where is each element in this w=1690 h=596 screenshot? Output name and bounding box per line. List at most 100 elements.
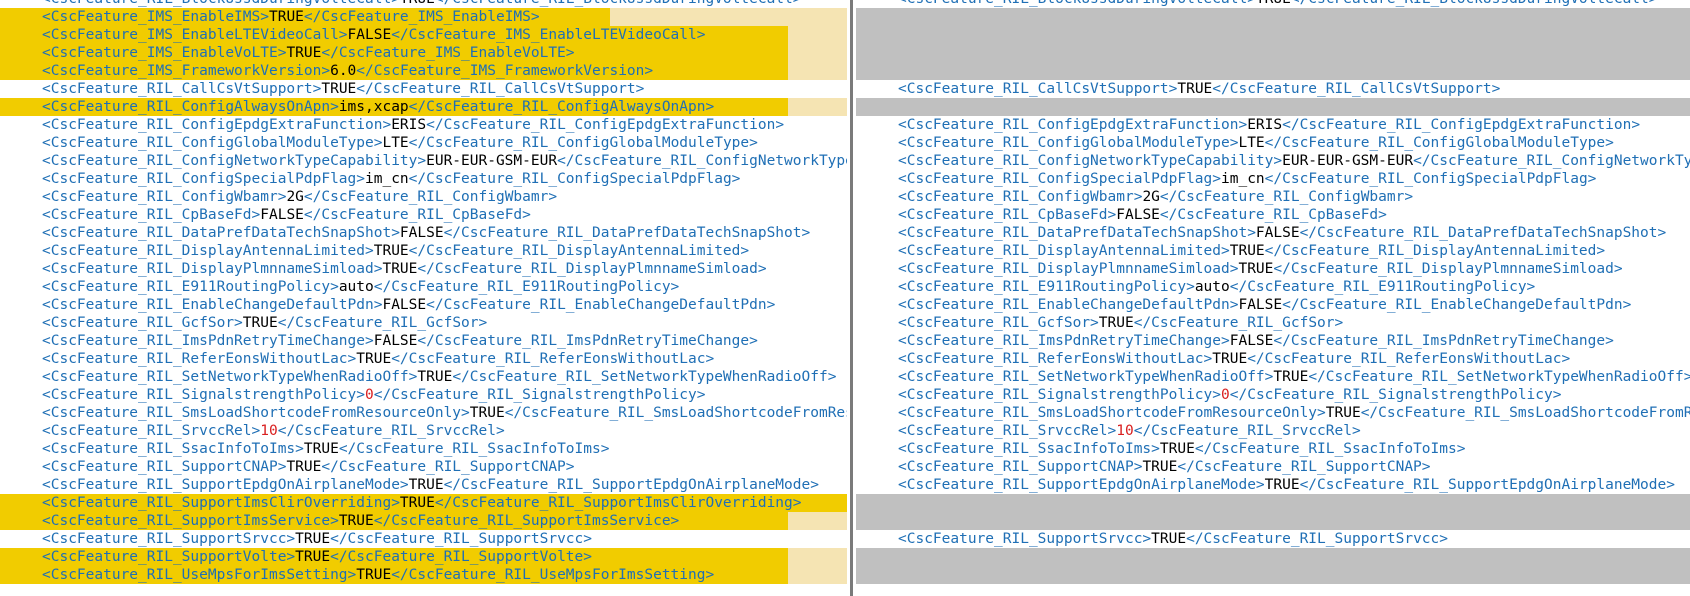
- diff-row[interactable]: <CscFeature_RIL_DisplayAntennaLimited>TR…: [856, 242, 1690, 260]
- diff-changed-row[interactable]: <CscFeature_RIL_SupportImsService>TRUE</…: [0, 512, 847, 530]
- xml-close-tag: </CscFeature_RIL_DisplayAntennaLimited>: [408, 243, 750, 259]
- diff-row[interactable]: <CscFeature_RIL_ImsPdnRetryTimeChange>FA…: [856, 332, 1690, 350]
- xml-line: <CscFeature_RIL_ConfigGlobalModuleType>L…: [856, 135, 1614, 151]
- diff-row[interactable]: <CscFeature_RIL_ReferEonsWithoutLac>TRUE…: [0, 350, 847, 368]
- diff-changed-row[interactable]: <CscFeature_IMS_EnableVoLTE>TRUE</CscFea…: [0, 44, 847, 62]
- diff-row[interactable]: <CscFeature_RIL_SupportEpdgOnAirplaneMod…: [856, 476, 1690, 494]
- xml-line: <CscFeature_RIL_UseMpsForImsSetting>TRUE…: [0, 567, 714, 583]
- diff-row[interactable]: <CscFeature_RIL_SetNetworkTypeWhenRadioO…: [0, 368, 847, 386]
- diff-row[interactable]: <CscFeature_RIL_ConfigNetworkTypeCapabil…: [0, 152, 847, 170]
- diff-changed-row[interactable]: <CscFeature_IMS_EnableIMS>TRUE</CscFeatu…: [0, 8, 847, 26]
- diff-row[interactable]: <CscFeature_RIL_SsacInfoToIms>TRUE</CscF…: [856, 440, 1690, 458]
- diff-row[interactable]: <CscFeature_RIL_SmsLoadShortcodeFromReso…: [856, 404, 1690, 422]
- xml-line: <CscFeature_RIL_SupportVolte>TRUE</CscFe…: [0, 549, 592, 565]
- xml-line: <CscFeature_RIL_E911RoutingPolicy>auto</…: [0, 279, 679, 295]
- xml-open-tag: <CscFeature_RIL_ReferEonsWithoutLac>: [42, 351, 357, 367]
- xml-close-tag: </CscFeature_RIL_ConfigGlobalModuleType>: [408, 135, 758, 151]
- diff-row[interactable]: <CscFeature_RIL_BlockUssdDuringVolteCall…: [856, 0, 1690, 8]
- diff-row[interactable]: <CscFeature_RIL_DisplayPlmnnameSimload>T…: [856, 260, 1690, 278]
- xml-close-tag: </CscFeature_RIL_ConfigNetworkTypeCapabi…: [1413, 153, 1690, 169]
- left-diff-pane[interactable]: <CscFeature_RIL_BlockUssdDuringVolteCall…: [0, 0, 847, 596]
- diff-changed-row[interactable]: <CscFeature_RIL_SupportVolte>TRUE</CscFe…: [0, 548, 847, 566]
- diff-row[interactable]: <CscFeature_RIL_CpBaseFd>FALSE</CscFeatu…: [0, 206, 847, 224]
- diff-gap-row[interactable]: [856, 8, 1690, 26]
- diff-row[interactable]: <CscFeature_RIL_SupportCNAP>TRUE</CscFea…: [0, 458, 847, 476]
- diff-row[interactable]: <CscFeature_RIL_ImsPdnRetryTimeChange>FA…: [0, 332, 847, 350]
- diff-row[interactable]: <CscFeature_RIL_EnableChangeDefaultPdn>F…: [0, 296, 847, 314]
- diff-gap-row[interactable]: [856, 548, 1690, 566]
- diff-row[interactable]: <CscFeature_RIL_CallCsVtSupport>TRUE</Cs…: [856, 80, 1690, 98]
- diff-row[interactable]: <CscFeature_RIL_E911RoutingPolicy>auto</…: [856, 278, 1690, 296]
- diff-row[interactable]: <CscFeature_RIL_ReferEonsWithoutLac>TRUE…: [856, 350, 1690, 368]
- xml-open-tag: <CscFeature_RIL_ConfigGlobalModuleType>: [898, 135, 1239, 151]
- diff-row[interactable]: <CscFeature_RIL_SsacInfoToIms>TRUE</CscF…: [0, 440, 847, 458]
- xml-open-tag: <CscFeature_RIL_CpBaseFd>: [42, 207, 261, 223]
- diff-gap-row[interactable]: [856, 98, 1690, 116]
- diff-row[interactable]: <CscFeature_RIL_DataPrefDataTechSnapShot…: [856, 224, 1690, 242]
- diff-row[interactable]: <CscFeature_RIL_SignalstrengthPolicy>0</…: [856, 386, 1690, 404]
- xml-close-tag: </CscFeature_RIL_SupportImsClirOverridin…: [434, 495, 802, 511]
- xml-value: TRUE: [242, 315, 278, 331]
- diff-gap-row[interactable]: [856, 26, 1690, 44]
- xml-line: <CscFeature_RIL_ConfigNetworkTypeCapabil…: [0, 153, 847, 169]
- diff-row[interactable]: <CscFeature_RIL_SupportEpdgOnAirplaneMod…: [0, 476, 847, 494]
- diff-row[interactable]: <CscFeature_RIL_ConfigWbamr>2G</CscFeatu…: [856, 188, 1690, 206]
- xml-value: TRUE: [1098, 315, 1134, 331]
- diff-row[interactable]: <CscFeature_RIL_GcfSor>TRUE</CscFeature_…: [0, 314, 847, 332]
- xml-line: <CscFeature_RIL_ReferEonsWithoutLac>TRUE…: [0, 351, 714, 367]
- xml-line: <CscFeature_RIL_CpBaseFd>FALSE</CscFeatu…: [856, 207, 1387, 223]
- diff-gap-row[interactable]: [856, 494, 1690, 512]
- diff-row[interactable]: <CscFeature_RIL_SmsLoadShortcodeFromReso…: [0, 404, 847, 422]
- diff-row[interactable]: <CscFeature_RIL_SrvccRel>10</CscFeature_…: [856, 422, 1690, 440]
- diff-row[interactable]: <CscFeature_RIL_ConfigEpdgExtraFunction>…: [856, 116, 1690, 134]
- diff-row[interactable]: <CscFeature_RIL_CallCsVtSupport>TRUE</Cs…: [0, 80, 847, 98]
- diff-row[interactable]: <CscFeature_RIL_ConfigWbamr>2G</CscFeatu…: [0, 188, 847, 206]
- xml-line: <CscFeature_RIL_BlockUssdDuringVolteCall…: [856, 0, 1658, 7]
- diff-changed-row[interactable]: <CscFeature_IMS_EnableLTEVideoCall>FALSE…: [0, 26, 847, 44]
- diff-changed-row[interactable]: <CscFeature_RIL_SupportImsClirOverriding…: [0, 494, 847, 512]
- xml-close-tag: </CscFeature_RIL_BlockUssdDuringVolteCal…: [435, 0, 802, 7]
- diff-row[interactable]: <CscFeature_RIL_E911RoutingPolicy>auto</…: [0, 278, 847, 296]
- xml-close-tag: </CscFeature_RIL_EnableChangeDefaultPdn>: [426, 297, 776, 313]
- diff-row[interactable]: <CscFeature_RIL_EnableChangeDefaultPdn>F…: [856, 296, 1690, 314]
- diff-row[interactable]: <CscFeature_RIL_SupportSrvcc>TRUE</CscFe…: [856, 530, 1690, 548]
- diff-gap-row[interactable]: [856, 512, 1690, 530]
- xml-close-tag: </CscFeature_RIL_EnableChangeDefaultPdn>: [1282, 297, 1632, 313]
- diff-row[interactable]: <CscFeature_RIL_ConfigSpecialPdpFlag>im_…: [856, 170, 1690, 188]
- diff-changed-row[interactable]: <CscFeature_RIL_ConfigAlwaysOnApn>ims,xc…: [0, 98, 847, 116]
- diff-row[interactable]: <CscFeature_RIL_DisplayAntennaLimited>TR…: [0, 242, 847, 260]
- diff-gap-row[interactable]: [856, 566, 1690, 584]
- diff-row[interactable]: <CscFeature_RIL_ConfigSpecialPdpFlag>im_…: [0, 170, 847, 188]
- xml-line: <CscFeature_RIL_GcfSor>TRUE</CscFeature_…: [0, 315, 487, 331]
- diff-row[interactable]: <CscFeature_RIL_CpBaseFd>FALSE</CscFeatu…: [856, 206, 1690, 224]
- xml-open-tag: <CscFeature_RIL_BlockUssdDuringVolteCall…: [42, 0, 400, 7]
- diff-changed-row[interactable]: <CscFeature_RIL_UseMpsForImsSetting>TRUE…: [0, 566, 847, 584]
- xml-line: <CscFeature_RIL_ConfigSpecialPdpFlag>im_…: [856, 171, 1596, 187]
- diff-row[interactable]: <CscFeature_RIL_SupportCNAP>TRUE</CscFea…: [856, 458, 1690, 476]
- diff-row[interactable]: <CscFeature_RIL_SetNetworkTypeWhenRadioO…: [856, 368, 1690, 386]
- pane-divider[interactable]: [850, 0, 853, 596]
- diff-row[interactable]: <CscFeature_RIL_GcfSor>TRUE</CscFeature_…: [856, 314, 1690, 332]
- xml-line: <CscFeature_RIL_SmsLoadShortcodeFromReso…: [856, 405, 1690, 421]
- diff-row[interactable]: <CscFeature_RIL_DisplayPlmnnameSimload>T…: [0, 260, 847, 278]
- diff-row[interactable]: <CscFeature_RIL_BlockUssdDuringVolteCall…: [0, 0, 847, 8]
- diff-row[interactable]: <CscFeature_RIL_DataPrefDataTechSnapShot…: [0, 224, 847, 242]
- xml-open-tag: <CscFeature_RIL_SrvccRel>: [898, 423, 1117, 439]
- xml-open-tag: <CscFeature_RIL_ReferEonsWithoutLac>: [898, 351, 1213, 367]
- diff-row[interactable]: <CscFeature_RIL_SrvccRel>10</CscFeature_…: [0, 422, 847, 440]
- xml-close-tag: </CscFeature_RIL_ConfigEpdgExtraFunction…: [426, 117, 785, 133]
- xml-open-tag: <CscFeature_RIL_ConfigNetworkTypeCapabil…: [898, 153, 1283, 169]
- right-diff-pane[interactable]: <CscFeature_RIL_BlockUssdDuringVolteCall…: [856, 0, 1690, 596]
- xml-line: <CscFeature_RIL_DisplayAntennaLimited>TR…: [0, 243, 749, 259]
- diff-row[interactable]: <CscFeature_RIL_SignalstrengthPolicy>0</…: [0, 386, 847, 404]
- diff-row[interactable]: <CscFeature_RIL_ConfigGlobalModuleType>L…: [0, 134, 847, 152]
- xml-value: TRUE: [1256, 0, 1291, 7]
- diff-gap-row[interactable]: [856, 44, 1690, 62]
- diff-row[interactable]: <CscFeature_RIL_SupportSrvcc>TRUE</CscFe…: [0, 530, 847, 548]
- diff-changed-row[interactable]: <CscFeature_IMS_FrameworkVersion>6.0</Cs…: [0, 62, 847, 80]
- diff-row[interactable]: <CscFeature_RIL_ConfigGlobalModuleType>L…: [856, 134, 1690, 152]
- diff-row[interactable]: <CscFeature_RIL_ConfigEpdgExtraFunction>…: [0, 116, 847, 134]
- xml-close-tag: </CscFeature_RIL_CpBaseFd>: [303, 207, 531, 223]
- diff-row[interactable]: <CscFeature_RIL_ConfigNetworkTypeCapabil…: [856, 152, 1690, 170]
- diff-gap-row[interactable]: [856, 62, 1690, 80]
